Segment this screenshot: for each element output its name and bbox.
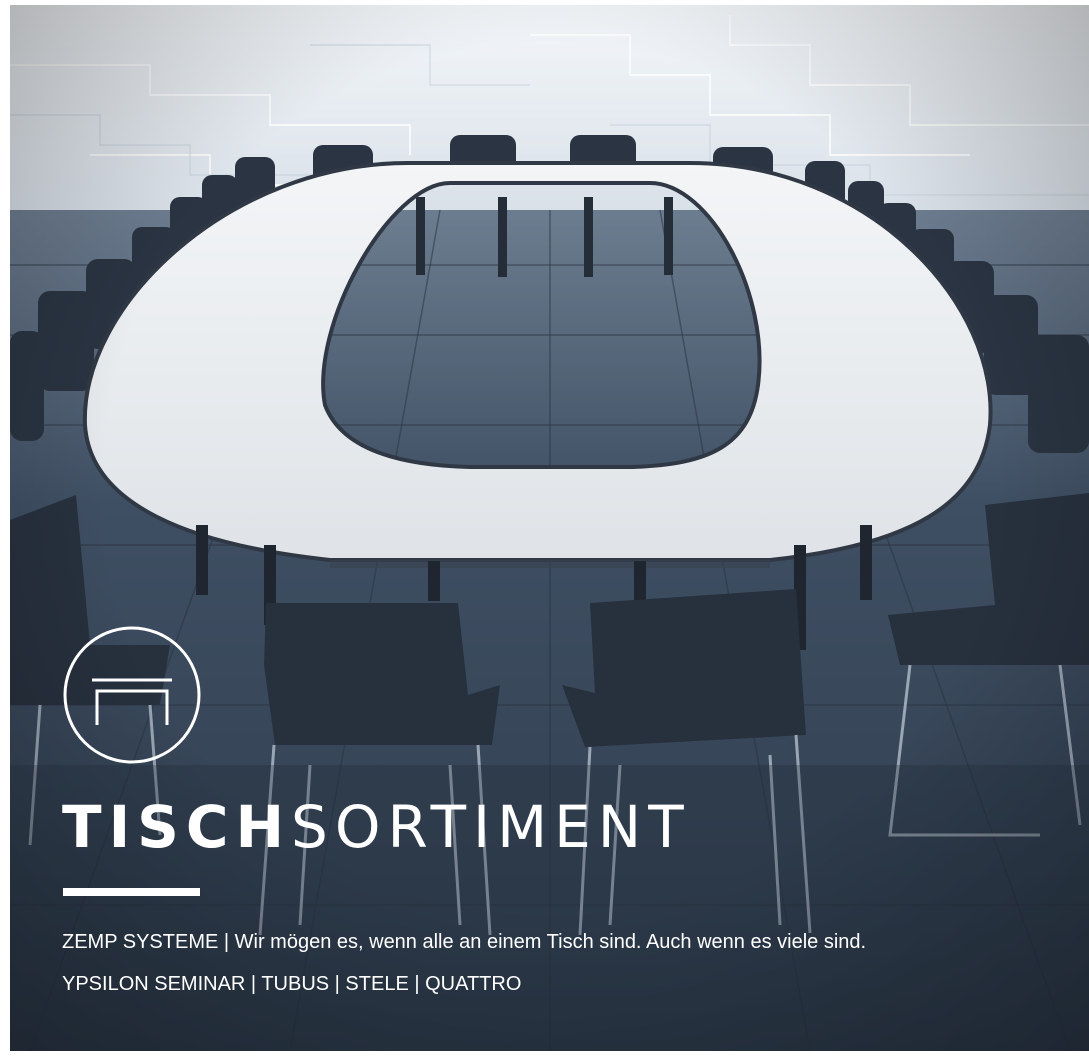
title-bold: TISCH [62, 793, 292, 861]
product-list: YPSILON SEMINAR | TUBUS | STELE | QUATTR… [62, 973, 522, 995]
brochure-title: TISCHSORTIMENT [62, 792, 691, 863]
brochure-page: TISCHSORTIMENT ZEMP SYSTEME | Wir mögen … [0, 0, 1089, 1058]
tagline: ZEMP SYSTEME | Wir mögen es, wenn alle a… [62, 931, 867, 953]
title-light: SORTIMENT [291, 793, 691, 861]
title-underline [63, 888, 200, 896]
table-icon [62, 625, 202, 765]
